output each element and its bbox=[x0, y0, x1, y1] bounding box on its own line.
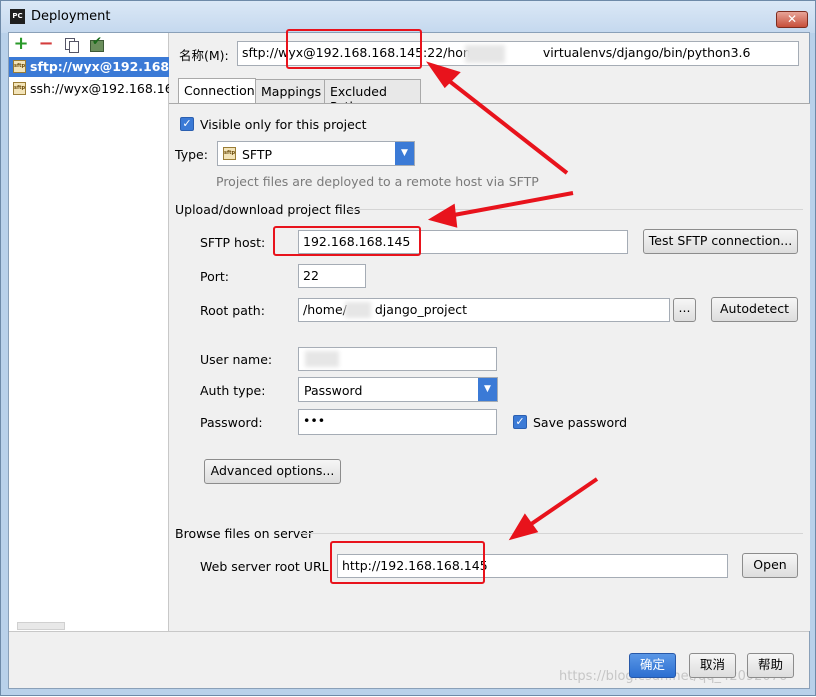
server-item-ssh[interactable]: sftp ssh://wyx@192.168.168. bbox=[9, 79, 169, 99]
root-path-suffix: django_project bbox=[374, 302, 468, 317]
user-name-label: User name: bbox=[200, 352, 273, 367]
type-label: Type: bbox=[175, 147, 208, 162]
redacted-patch bbox=[305, 351, 339, 367]
type-dropdown[interactable]: sftp SFTP ▼ bbox=[217, 141, 415, 166]
auth-type-label: Auth type: bbox=[200, 383, 266, 398]
close-icon[interactable]: ✕ bbox=[776, 11, 808, 28]
tab-mappings[interactable]: Mappings bbox=[255, 79, 325, 103]
annotation-box-name bbox=[286, 29, 422, 69]
sftp-server-icon: sftp bbox=[13, 60, 26, 73]
dialog-content: + − sftp sftp://wyx@192.168.16 sftp ssh:… bbox=[8, 32, 810, 689]
use-as-default-icon[interactable] bbox=[88, 33, 104, 52]
server-item-label: sftp://wyx@192.168.16 bbox=[30, 59, 169, 74]
deployment-window: PC Deployment ✕ + − sftp sftp://wyx@192.… bbox=[0, 0, 816, 696]
name-label: 名称(M): bbox=[179, 48, 229, 63]
sftp-server-icon: sftp bbox=[13, 82, 26, 95]
advanced-options-button[interactable]: Advanced options... bbox=[204, 459, 341, 484]
web-root-label: Web server root URL: bbox=[200, 559, 333, 574]
group-divider bbox=[299, 533, 803, 534]
ok-button[interactable]: 确定 bbox=[629, 653, 676, 678]
chevron-down-icon: ▼ bbox=[395, 142, 414, 165]
port-label: Port: bbox=[200, 269, 229, 284]
auth-type-dropdown[interactable]: Password ▼ bbox=[298, 377, 498, 402]
sftp-host-label: SFTP host: bbox=[200, 235, 266, 250]
tab-connection[interactable]: Connection bbox=[178, 78, 256, 104]
annotation-box-host bbox=[273, 226, 421, 256]
pycharm-icon: PC bbox=[10, 9, 25, 24]
remove-icon[interactable]: − bbox=[38, 35, 54, 53]
help-button[interactable]: 帮助 bbox=[747, 653, 794, 678]
upload-group-title: Upload/download project files bbox=[175, 202, 361, 217]
add-icon[interactable]: + bbox=[13, 35, 29, 53]
visible-only-label: Visible only for this project bbox=[200, 117, 367, 132]
copy-icon[interactable] bbox=[63, 36, 79, 53]
dialog-footer: https://blog.csdn.net/qq_42092076 确定 取消 … bbox=[9, 631, 809, 688]
cancel-button[interactable]: 取消 bbox=[689, 653, 736, 678]
type-hint: Project files are deployed to a remote h… bbox=[216, 174, 539, 189]
tab-excluded-paths[interactable]: Excluded Paths bbox=[324, 79, 421, 114]
auth-type-value: Password bbox=[304, 383, 363, 398]
save-password-label: Save password bbox=[533, 415, 628, 430]
root-path-label: Root path: bbox=[200, 303, 265, 318]
autodetect-button[interactable]: Autodetect bbox=[711, 297, 798, 322]
server-item-label: ssh://wyx@192.168.168. bbox=[30, 81, 169, 96]
browse-root-path-button[interactable]: ... bbox=[673, 298, 696, 322]
server-list-toolbar: + − bbox=[9, 33, 169, 55]
test-sftp-connection-button[interactable]: Test SFTP connection... bbox=[643, 229, 798, 254]
server-list-panel: + − sftp sftp://wyx@192.168.16 sftp ssh:… bbox=[9, 33, 169, 631]
server-name-suffix: virtualenvs/django/bin/python3.6 bbox=[542, 45, 751, 60]
horizontal-scrollbar[interactable] bbox=[17, 622, 65, 630]
browse-group-title: Browse files on server bbox=[175, 526, 314, 541]
chevron-down-icon: ▼ bbox=[478, 378, 497, 401]
password-label: Password: bbox=[200, 415, 263, 430]
root-path-prefix: /home/ bbox=[303, 302, 347, 317]
password-input[interactable]: ••• bbox=[298, 409, 497, 435]
open-button[interactable]: Open bbox=[742, 553, 798, 578]
redacted-patch bbox=[345, 302, 371, 318]
group-divider bbox=[347, 209, 803, 210]
save-password-checkbox[interactable]: ✓ bbox=[513, 415, 527, 429]
server-item-sftp[interactable]: sftp sftp://wyx@192.168.16 bbox=[9, 57, 169, 77]
annotation-box-url bbox=[330, 541, 485, 584]
window-title: Deployment bbox=[31, 9, 111, 24]
visible-only-checkbox[interactable]: ✓ bbox=[180, 117, 194, 131]
redacted-patch bbox=[465, 45, 505, 63]
sftp-type-icon: sftp bbox=[223, 147, 236, 160]
type-value: SFTP bbox=[242, 147, 273, 162]
port-input[interactable]: 22 bbox=[298, 264, 366, 288]
